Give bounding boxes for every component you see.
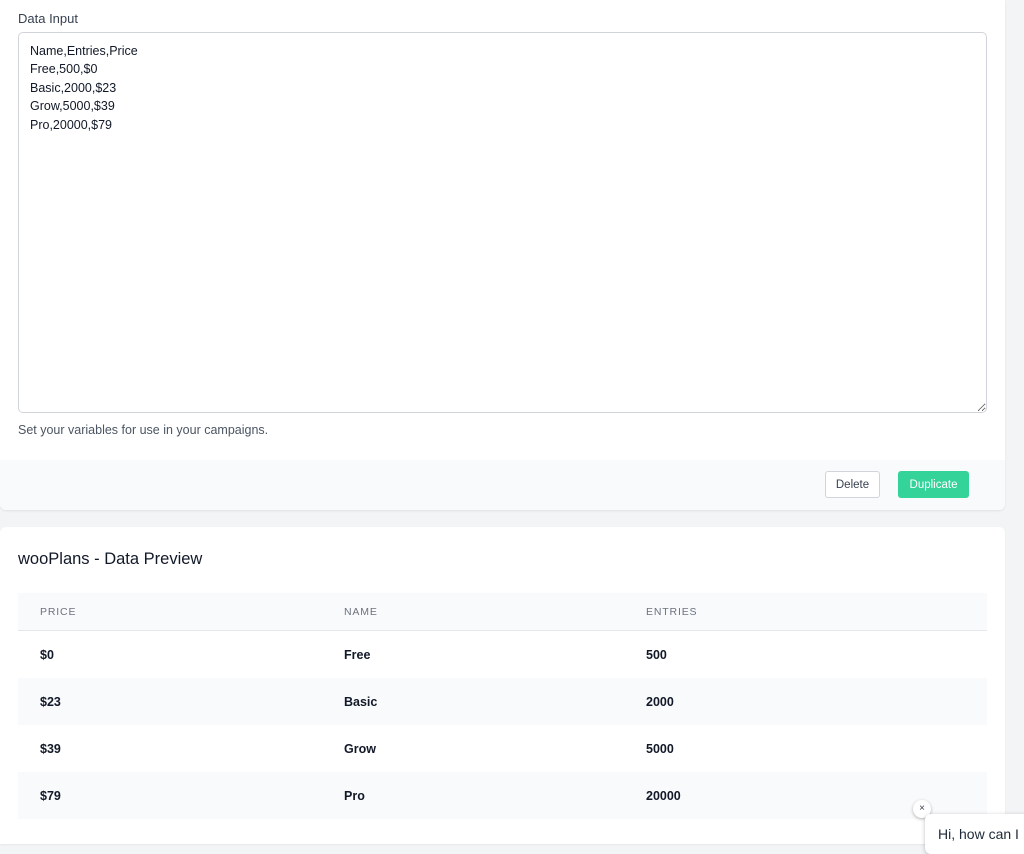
chat-bubble[interactable]: Hi, how can I	[925, 814, 1024, 854]
cell-name: Free	[344, 647, 371, 662]
table-row: $23 Basic 2000	[18, 678, 987, 725]
data-preview-card: wooPlans - Data Preview PRICE NAME ENTRI…	[0, 527, 1005, 844]
delete-button[interactable]: Delete	[825, 471, 880, 498]
cell-price: $23	[18, 678, 322, 725]
cell-name: Basic	[322, 678, 624, 725]
column-header-price: PRICE	[18, 593, 322, 631]
table-header-row: PRICE NAME ENTRIES	[18, 593, 987, 631]
table-row: $79 Pro 20000	[18, 772, 987, 819]
cell-entries: 2000	[624, 678, 987, 725]
preview-title: wooPlans - Data Preview	[18, 550, 203, 568]
cell-name: Grow	[344, 741, 376, 756]
card-footer: Delete Duplicate	[0, 460, 1005, 510]
data-input-textarea[interactable]	[18, 32, 987, 413]
cell-entries: 500	[646, 647, 667, 662]
column-header-entries: ENTRIES	[624, 593, 987, 631]
cell-price: $79	[18, 772, 322, 819]
cell-price: $0	[40, 647, 54, 662]
data-input-label: Data Input	[18, 11, 78, 26]
cell-entries: 20000	[624, 772, 987, 819]
table-row: $39 Grow 5000	[18, 725, 987, 772]
data-input-help-text: Set your variables for use in your campa…	[18, 423, 269, 437]
preview-table: PRICE NAME ENTRIES $0 Free 500 $23 Basic…	[18, 593, 987, 819]
column-header-name: NAME	[322, 593, 624, 631]
duplicate-button[interactable]: Duplicate	[898, 471, 969, 498]
cell-entries: 5000	[646, 741, 674, 756]
cell-price: $39	[40, 741, 61, 756]
cell-name: Pro	[322, 772, 624, 819]
table-row: $0 Free 500	[18, 631, 987, 679]
data-input-card: Data Input Set your variables for use in…	[0, 0, 1005, 510]
